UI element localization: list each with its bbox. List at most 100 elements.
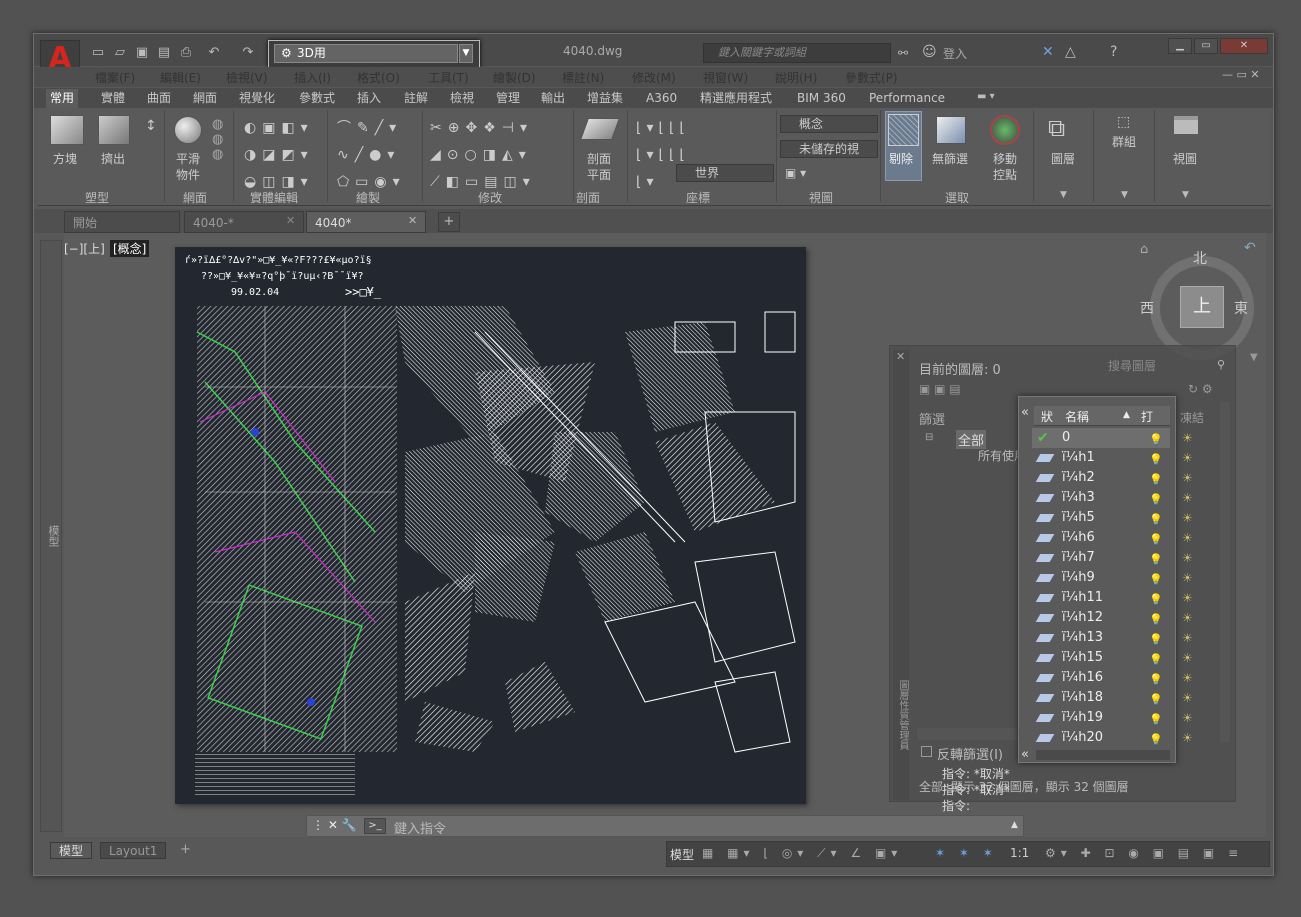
layer-name[interactable]: ï¼h11 xyxy=(1062,588,1103,608)
tab-annotate[interactable]: 註解 xyxy=(400,89,432,108)
section-label-1[interactable]: 剖面 xyxy=(587,150,611,167)
groups-icon[interactable]: ⬚ xyxy=(1117,114,1130,130)
chevron-down-icon[interactable]: ▼ xyxy=(1250,352,1258,363)
layer-name[interactable]: ï¼h6 xyxy=(1062,528,1095,548)
layer-toolbar-icons[interactable]: ▣ ▣ ▤ xyxy=(919,382,961,396)
help-icon[interactable]: ? xyxy=(1110,44,1117,60)
no-filter-label[interactable]: 無篩選 xyxy=(932,150,968,167)
minimize-button[interactable]: ▁ xyxy=(1168,38,1192,54)
command-input[interactable]: 鍵入指令 xyxy=(394,818,446,837)
menu-file[interactable]: 檔案(F) xyxy=(95,69,135,86)
layer-on-bulb-icon[interactable]: 💡 xyxy=(1149,450,1163,470)
freeze-column-header[interactable]: 凍結 xyxy=(1180,409,1204,426)
layer-row[interactable]: ï¼h19 💡 ☀ xyxy=(1032,708,1193,730)
viewcube-north[interactable]: 北 xyxy=(1193,248,1207,268)
viewcube-east[interactable]: 東 xyxy=(1234,298,1248,318)
mesh-tools-icon[interactable]: ◍ ◍ ◍ xyxy=(212,117,223,162)
tab-mesh[interactable]: 網面 xyxy=(189,89,221,108)
layer-on-bulb-icon[interactable]: 💡 xyxy=(1149,570,1163,590)
named-view-select[interactable]: 未儲存的視 xyxy=(780,140,878,158)
layer-freeze-sun-icon[interactable]: ☀ xyxy=(1182,688,1193,708)
layout-tab-layout1[interactable]: Layout1 xyxy=(100,842,167,859)
tree-collapse-icon[interactable]: ⊟ xyxy=(925,432,933,443)
panel-view[interactable]: 視圖 xyxy=(809,189,833,206)
draw-icons[interactable]: ⌒✎╱▾ ∿╱●▾ ⬠▭◉▾ xyxy=(337,115,406,196)
add-layout-button[interactable]: + xyxy=(180,842,191,857)
layer-icon[interactable] xyxy=(1035,634,1055,642)
layer-row[interactable]: ï¼h7 💡 ☀ xyxy=(1032,548,1193,568)
tab-surface[interactable]: 曲面 xyxy=(143,89,175,108)
panel-coordinates[interactable]: 座標 xyxy=(686,189,710,206)
viewcube-top-face[interactable]: 上 xyxy=(1180,286,1224,328)
layer-on-bulb-icon[interactable]: 💡 xyxy=(1149,630,1163,650)
layer-row[interactable]: ✔ 0 💡 ☀ xyxy=(1032,428,1193,450)
layer-on-bulb-icon[interactable]: 💡 xyxy=(1149,430,1163,450)
close-icon[interactable]: ✕ xyxy=(896,350,905,363)
layer-name[interactable]: ï¼h3 xyxy=(1062,488,1095,508)
layer-row[interactable]: ï¼h12 💡 ☀ xyxy=(1032,608,1193,628)
a360-icon[interactable]: △ xyxy=(1065,44,1076,60)
box-icon[interactable] xyxy=(50,115,84,145)
layer-freeze-sun-icon[interactable]: ☀ xyxy=(1182,448,1193,468)
layer-row[interactable]: ï¼h11 💡 ☀ xyxy=(1032,588,1193,610)
layer-name[interactable]: ï¼h13 xyxy=(1062,628,1103,648)
layer-icon[interactable] xyxy=(1035,594,1055,602)
layer-freeze-sun-icon[interactable]: ☀ xyxy=(1182,568,1193,588)
layer-icon[interactable] xyxy=(1035,734,1055,742)
layer-row[interactable]: ï¼h5 💡 ☀ xyxy=(1032,508,1193,530)
search-icon[interactable]: ⚲ xyxy=(1217,358,1225,371)
close-icon[interactable]: ✕ xyxy=(286,214,295,227)
undo-icon[interactable]: ↶ xyxy=(206,45,222,61)
mesh-sphere-icon[interactable] xyxy=(174,116,202,144)
chevron-up-icon[interactable]: ▲ xyxy=(1011,820,1018,830)
status-drafting-icons[interactable]: ▦ ▦▾ ⌊ ◎▾ ⟋▾ ∠ ▣▾ xyxy=(702,846,902,861)
smooth-label-1[interactable]: 平滑 xyxy=(176,150,200,167)
layer-icon[interactable] xyxy=(1035,514,1055,522)
exchange-icon[interactable]: ✕ xyxy=(1042,44,1054,60)
layer-name[interactable]: ï¼h16 xyxy=(1062,668,1103,688)
menu-window[interactable]: 視窗(W) xyxy=(703,69,748,86)
tab-a360[interactable]: A360 xyxy=(642,89,681,108)
layer-on-bulb-icon[interactable]: 💡 xyxy=(1149,510,1163,530)
new-file-icon[interactable]: ▭ xyxy=(90,45,106,61)
chevron-down-icon[interactable]: ▼ xyxy=(1060,190,1067,200)
layer-on-bulb-icon[interactable]: 💡 xyxy=(1149,710,1163,730)
binoculars-icon[interactable]: ⚯ xyxy=(898,46,908,60)
save-icon[interactable]: ▣ xyxy=(134,45,150,61)
redo-icon[interactable]: ↷ xyxy=(240,45,256,61)
tab-performance[interactable]: Performance xyxy=(865,89,949,108)
close-icon[interactable]: ✕ xyxy=(408,214,417,227)
layer-row[interactable]: ï¼h2 💡 ☀ xyxy=(1032,468,1193,488)
tab-bim360[interactable]: BIM 360 xyxy=(793,89,850,108)
horizontal-scrollbar[interactable] xyxy=(917,728,1017,740)
layer-row[interactable]: ï¼h15 💡 ☀ xyxy=(1032,648,1193,670)
layer-freeze-sun-icon[interactable]: ☀ xyxy=(1182,508,1193,528)
cull-label[interactable]: 剔除 xyxy=(889,150,913,167)
layer-freeze-sun-icon[interactable]: ☀ xyxy=(1182,668,1193,688)
close-button[interactable]: ✕ xyxy=(1220,38,1268,54)
cull-icon[interactable] xyxy=(888,114,919,146)
layer-on-bulb-icon[interactable]: 💡 xyxy=(1149,530,1163,550)
layer-on-bulb-icon[interactable]: 💡 xyxy=(1149,590,1163,610)
panel-mesh[interactable]: 網面 xyxy=(183,189,207,206)
layer-row[interactable]: ï¼h9 💡 ☀ xyxy=(1032,568,1193,590)
chevron-down-icon[interactable]: ▼ xyxy=(1182,190,1189,200)
viewport-controls-label[interactable]: [−][上] xyxy=(64,240,105,257)
doc-window-controls[interactable]: — ▭ ✕ xyxy=(1222,68,1260,81)
layer-freeze-sun-icon[interactable]: ☀ xyxy=(1182,608,1193,628)
on-column-header[interactable]: 打 xyxy=(1141,408,1153,425)
workspace-value[interactable]: 3D用 xyxy=(274,44,458,63)
extrude-label[interactable]: 擠出 xyxy=(101,150,125,167)
layer-icon[interactable] xyxy=(1035,554,1055,562)
layer-row[interactable]: ï¼h6 💡 ☀ xyxy=(1032,528,1193,550)
status-column-header[interactable]: 狀 xyxy=(1041,408,1053,425)
layer-name[interactable]: ï¼h18 xyxy=(1062,688,1103,708)
tab-featured-apps[interactable]: 精選應用程式 xyxy=(696,89,776,108)
user-icon[interactable]: ☺ xyxy=(922,44,937,60)
section-label-2[interactable]: 平面 xyxy=(587,166,611,183)
command-prompt-icon[interactable]: >_ xyxy=(364,818,386,834)
layer-on-bulb-icon[interactable]: 💡 xyxy=(1149,650,1163,670)
layer-on-bulb-icon[interactable]: 💡 xyxy=(1149,730,1163,750)
save-as-icon[interactable]: ▤ xyxy=(156,45,172,61)
layer-icon[interactable] xyxy=(1035,694,1055,702)
